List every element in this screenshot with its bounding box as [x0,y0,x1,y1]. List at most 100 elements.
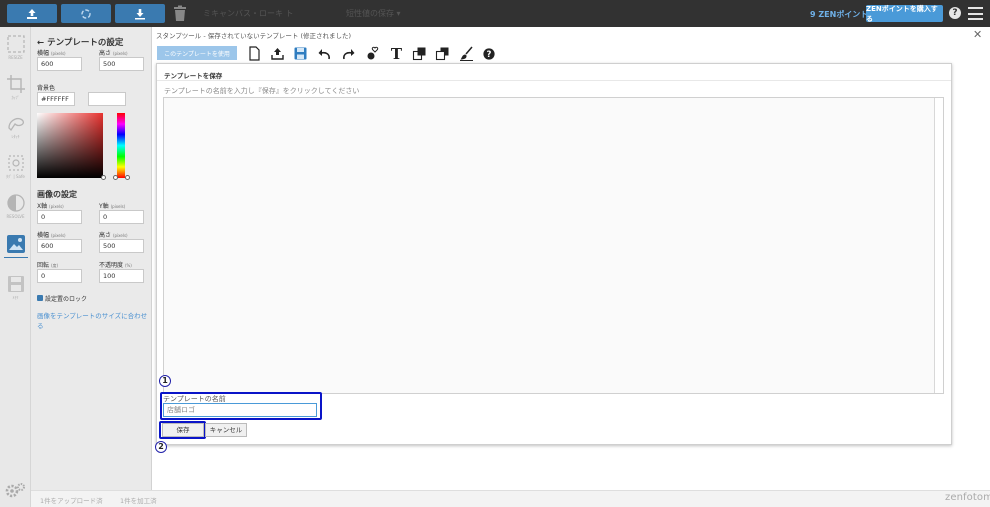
download-icon [135,8,145,19]
svg-text:T: T [391,46,403,61]
template-preview-area [163,97,944,394]
breadcrumb: スタンプツール - 保存されていないテンプレート (修正されました) [156,32,352,40]
back-arrow-icon[interactable]: ← [37,38,44,48]
height-label: 高さ (pixels) [99,50,128,57]
tool-strip: RESIZE ｶｯﾌﾟ ﾚﾀｯﾁ ﾀｸﾞ | Safe RESOLVE ﾒﾓﾘ [0,27,31,507]
help-icon[interactable]: ? [949,7,961,19]
strip-item-stamp[interactable]: ﾀｸﾞ | Safe [3,153,28,180]
template-height-input[interactable]: 500 [99,57,144,71]
save-button[interactable]: 保存 [162,423,204,437]
strip-label: ﾒﾓﾘ [12,295,19,300]
crop-icon [6,75,25,93]
step-marker-1: 1 [159,375,171,387]
process-button[interactable] [61,4,111,23]
new-file-icon[interactable] [247,46,262,61]
save-template-dialog: テンプレートを保存 テンプレートの名前を入力し『保存』をクリックしてください 1… [155,63,952,453]
dialog-title: テンプレートを保存 [164,72,223,80]
picker-knob[interactable] [101,175,106,180]
bg-color-swatch[interactable] [88,92,126,106]
image-height-input[interactable]: 500 [99,239,144,253]
y-label: Y軸 (pixels) [99,203,126,210]
text-icon[interactable]: T [389,46,404,61]
send-back-icon[interactable] [435,46,450,61]
top-bar: ミキャンバス・ローキ ト 短性値の保存 ▾ 9 ZENポイント ZENポイントを… [0,0,990,27]
cancel-button[interactable]: キャンセル [205,423,247,437]
strip-label: RESOLVE [6,214,25,219]
x-input[interactable]: 0 [37,210,82,224]
lock-checkbox[interactable] [37,295,43,301]
y-input[interactable]: 0 [99,210,144,224]
strip-item-save[interactable]: ﾒﾓﾘ [3,274,28,301]
strip-label: RESIZE [8,55,23,60]
bring-front-icon[interactable] [412,46,427,61]
image-settings-title: 画像の設定 [37,190,77,199]
opacity-label: 不透明度 (%) [99,262,132,269]
step-marker-2: 2 [155,441,167,453]
strip-item-image[interactable] [3,234,28,258]
strip-label: ｶｯﾌﾟ [11,95,20,100]
uploaded-count: 1件をアップロード済 [40,497,103,505]
upload-icon [27,8,37,19]
strip-item-resize[interactable]: RESIZE [3,34,28,60]
download-button[interactable] [115,4,165,23]
upload-button[interactable] [7,4,57,23]
buy-points-button[interactable]: ZENポイントを購入する [866,5,943,23]
template-settings-panel: ← テンプレートの設定 横幅 (pixels) 高さ (pixels) 600 … [31,27,152,490]
width-label: 横幅 (pixels) [37,50,66,57]
hue-knob-right[interactable] [125,175,130,180]
floppy-icon [7,276,24,292]
stamp-icon [7,155,24,171]
panel-title: ← テンプレートの設定 [37,36,123,48]
save-settings-dropdown[interactable]: 短性値の保存 ▾ [346,8,401,19]
panel-title-text: テンプレートの設定 [47,38,124,48]
refresh-icon [81,8,91,19]
lock-label: 設定置のロック [45,296,88,303]
upload-icon[interactable] [270,46,285,61]
undo-icon[interactable] [317,46,332,61]
hue-slider[interactable] [117,113,125,178]
color-picker-area[interactable] [37,113,103,178]
opacity-input[interactable]: 100 [99,269,144,283]
dialog-instruction: テンプレートの名前を入力し『保存』をクリックしてください [164,87,360,95]
status-bar: 1件をアップロード済 1件を加工済 zenfotomatic [31,490,990,507]
hue-knob-left[interactable] [113,175,118,180]
preview-scrollbar[interactable] [934,98,943,393]
use-template-button[interactable]: このテンプレートを使用 [157,46,237,60]
brand-logo: zenfotomatic [945,492,990,503]
strip-label: ﾀｸﾞ | Safe [6,174,25,179]
strip-item-retouch[interactable]: ﾚﾀｯﾁ [3,113,28,140]
rotate-input[interactable]: 0 [37,269,82,283]
strip-label: ﾚﾀｯﾁ [11,134,20,139]
image-width-label: 横幅 (pixels) [37,232,66,239]
svg-text:?: ? [487,50,492,60]
help-icon[interactable]: ? [483,48,495,60]
hamburger-menu-icon[interactable] [968,7,983,20]
points-balance: 9 ZENポイント [810,10,869,19]
image-height-label: 高さ (pixels) [99,232,128,239]
brush-icon[interactable] [459,46,474,61]
x-label: X軸 (pixels) [37,203,64,210]
active-indicator [3,257,28,258]
processed-count: 1件を加工済 [120,497,157,505]
trash-icon[interactable] [172,5,188,22]
template-name-input[interactable]: 店舗ロゴ [163,403,317,417]
bg-color-input[interactable]: #FFFFFF [37,92,75,106]
close-icon[interactable]: ✕ [973,28,982,41]
image-width-input[interactable]: 600 [37,239,82,253]
bg-color-label: 背景色 [37,85,56,92]
floppy-save-icon[interactable] [293,46,308,61]
strip-item-contrast[interactable]: RESOLVE [3,193,28,219]
canvas-menu-text[interactable]: ミキャンバス・ローキ ト [203,8,294,19]
retouch-icon [7,117,24,132]
rotate-label: 回転 (度) [37,262,59,269]
settings-gears-icon[interactable] [4,481,26,501]
template-width-input[interactable]: 600 [37,57,82,71]
heart-stamp-icon[interactable] [365,46,380,61]
fit-image-link[interactable]: 画像をテンプレートのサイズに合わせる [37,311,149,331]
strip-item-crop[interactable]: ｶｯﾌﾟ [3,74,28,101]
image-icon [6,235,25,253]
resize-icon [6,35,25,53]
dialog-divider [157,80,951,81]
contrast-icon [6,194,25,212]
redo-icon[interactable] [341,46,356,61]
